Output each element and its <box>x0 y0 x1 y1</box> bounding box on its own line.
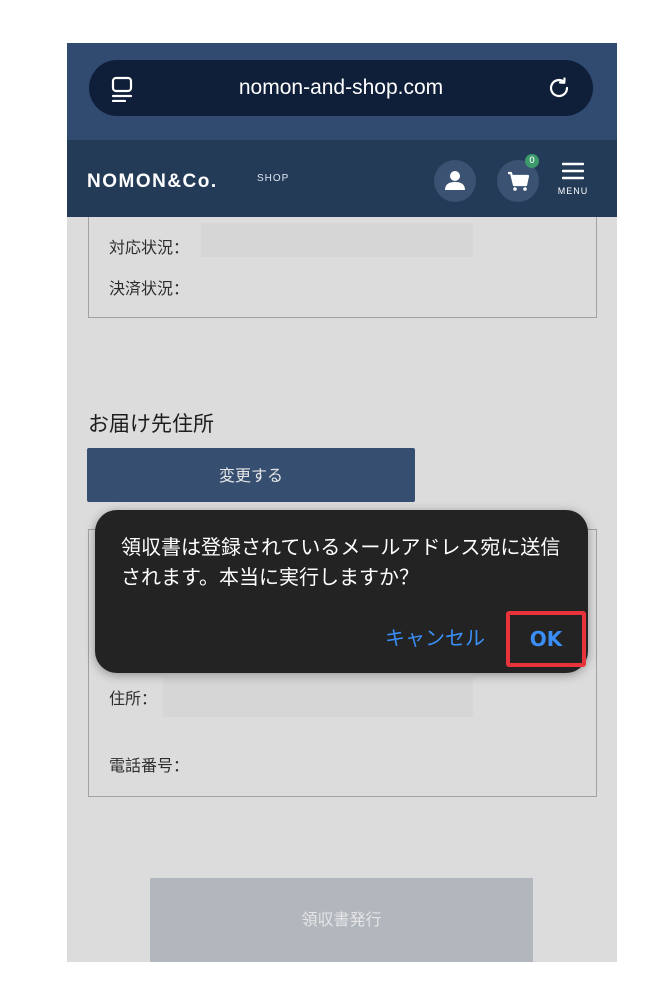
site-logo[interactable]: NOMON&Co. <box>87 171 218 193</box>
hamburger-menu-icon <box>562 162 584 180</box>
dialog-message: 領収書は登録されているメールアドレス宛に送信されます。本当に実行しますか？ <box>121 535 561 589</box>
user-icon <box>445 171 465 190</box>
reload-icon[interactable] <box>547 76 571 100</box>
menu-button[interactable]: MENU <box>553 160 593 204</box>
confirm-dialog: 領収書は登録されているメールアドレス宛に送信されます。本当に実行しますか？ キャ… <box>95 510 588 673</box>
site-logo-sub: SHOP <box>257 173 290 184</box>
site-header: NOMON&Co. SHOP 0 MENU <box>67 140 617 217</box>
account-button[interactable] <box>434 160 476 202</box>
dialog-cancel-button[interactable]: キャンセル <box>385 622 485 651</box>
dialog-ok-button[interactable]: OK <box>506 611 586 667</box>
url-field[interactable]: nomon-and-shop.com <box>89 60 593 116</box>
menu-label: MENU <box>557 186 589 196</box>
reader-mode-icon[interactable] <box>111 76 133 102</box>
browser-address-bar: nomon-and-shop.com <box>67 43 617 140</box>
cart-count-badge: 0 <box>525 154 539 168</box>
phone-screen: nomon-and-shop.com NOMON&Co. SHOP 0 MENU… <box>67 43 617 962</box>
url-text[interactable]: nomon-and-shop.com <box>159 60 523 116</box>
